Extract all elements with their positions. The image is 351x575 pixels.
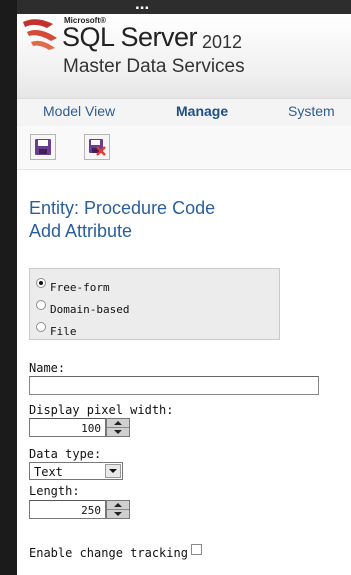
mds-page: ... Microsoft® SQL Server 2012 Master Da… xyxy=(17,0,351,575)
save-cancel-icon xyxy=(89,139,106,156)
product-banner: Microsoft® SQL Server 2012 Master Data S… xyxy=(17,14,351,98)
save-icon xyxy=(35,139,51,155)
length-up-button[interactable] xyxy=(107,501,129,510)
save-button[interactable] xyxy=(30,134,56,160)
radio-domain-based-label: Domain-based xyxy=(50,303,130,316)
radio-file-indicator[interactable] xyxy=(36,322,46,332)
length-down-button[interactable] xyxy=(107,510,129,518)
radio-free-form-indicator[interactable] xyxy=(36,278,46,288)
page-heading: Add Attribute xyxy=(29,221,133,241)
product-version: 2012 xyxy=(202,32,243,52)
data-type-select[interactable]: Text xyxy=(29,462,123,480)
change-tracking-checkbox[interactable] xyxy=(191,544,202,555)
product-name: SQL Server xyxy=(62,22,198,52)
dropdown-arrow-icon[interactable] xyxy=(105,464,121,478)
radio-domain-based-indicator[interactable] xyxy=(36,300,46,310)
attribute-type-group: Free-form Domain-based File xyxy=(29,268,280,340)
top-strip: ... xyxy=(17,0,351,14)
display-width-input[interactable]: 100 xyxy=(29,418,106,437)
display-width-up-button[interactable] xyxy=(107,419,129,428)
display-width-label: Display pixel width: xyxy=(29,403,174,417)
change-tracking-label: Enable change tracking xyxy=(29,546,188,560)
nav-model-view[interactable]: Model View xyxy=(43,103,115,119)
nav-system[interactable]: System xyxy=(288,103,335,119)
data-type-value: Text xyxy=(34,465,63,479)
display-width-spinner xyxy=(106,418,130,437)
nav-manage[interactable]: Manage xyxy=(176,103,228,119)
sql-server-logo-icon xyxy=(21,14,61,58)
entity-title: Entity: Procedure Code xyxy=(29,198,216,218)
name-input[interactable] xyxy=(29,376,319,395)
top-strip-text: ... xyxy=(135,0,150,13)
save-and-cancel-button[interactable] xyxy=(84,134,110,160)
product-subtitle: Master Data Services xyxy=(63,56,245,77)
length-input[interactable]: 250 xyxy=(29,500,106,519)
toolbar xyxy=(17,126,351,170)
data-type-label: Data type: xyxy=(29,447,102,461)
length-label: Length: xyxy=(29,484,80,498)
main-nav: Model View Manage System xyxy=(17,98,351,127)
radio-file-label: File xyxy=(50,325,77,338)
name-label: Name: xyxy=(29,361,66,375)
radio-free-form-label: Free-form xyxy=(50,281,110,294)
length-spinner xyxy=(106,500,130,519)
display-width-down-button[interactable] xyxy=(107,428,129,436)
